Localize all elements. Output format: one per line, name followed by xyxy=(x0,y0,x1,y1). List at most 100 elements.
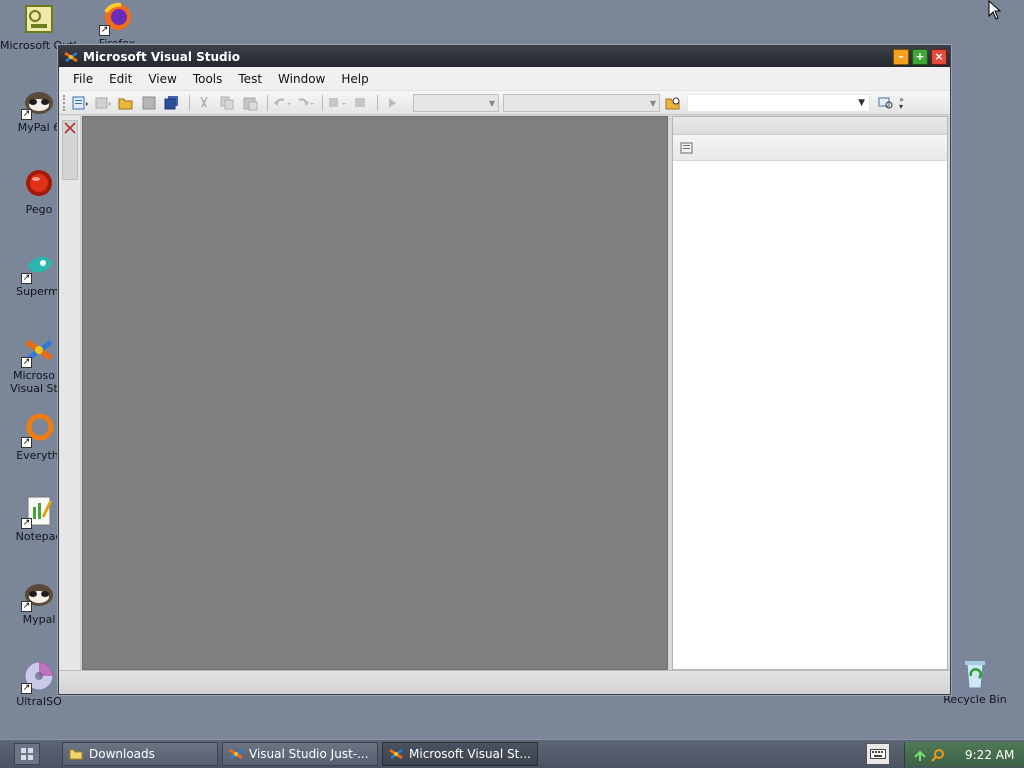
solution-explorer-icon xyxy=(878,97,893,108)
toolbar-separator xyxy=(267,94,268,111)
maximize-button[interactable]: + xyxy=(912,48,928,65)
close-button[interactable]: × xyxy=(931,48,947,65)
search-tray-icon[interactable] xyxy=(931,748,945,762)
find-in-files-icon xyxy=(665,97,680,109)
mouse-cursor-icon xyxy=(988,0,1002,20)
open-folder-icon xyxy=(118,98,133,109)
start-debug-icon xyxy=(389,97,396,108)
system-tray: 9:22 AM xyxy=(904,742,1024,767)
visual-studio-icon: ↗ xyxy=(21,334,55,368)
start-button[interactable] xyxy=(14,743,40,765)
visual-studio-icon xyxy=(389,748,403,760)
menu-window[interactable]: Window xyxy=(270,72,333,86)
copy-button[interactable] xyxy=(217,94,237,112)
solution-platform-combo[interactable]: ▼ xyxy=(503,93,660,112)
shortcut-arrow-icon: ↗ xyxy=(21,109,32,120)
open-file-button[interactable] xyxy=(116,94,136,112)
standard-toolbar: ▼ ▼ ▼ » ▾ xyxy=(59,91,950,115)
menu-test[interactable]: Test xyxy=(230,72,270,86)
menu-edit[interactable]: Edit xyxy=(101,72,140,86)
navigate-forward-icon xyxy=(355,97,365,107)
toolbox-autohide-strip xyxy=(59,116,81,670)
save-icon xyxy=(142,96,156,109)
toolbar-overflow-icon[interactable]: » ▾ xyxy=(899,95,904,110)
toolbar-grip[interactable] xyxy=(63,94,66,111)
add-item-button[interactable] xyxy=(93,94,113,112)
taskbar-item-vs-jit[interactable]: Visual Studio Just-... xyxy=(222,742,378,766)
visual-studio-window[interactable]: Microsoft Visual Studio – + × File Edit … xyxy=(58,45,951,695)
shortcut-arrow-icon: ↗ xyxy=(21,437,32,448)
navigate-back-button[interactable] xyxy=(327,94,347,112)
taskbar: Downloads Visual Studio Just-... Microso… xyxy=(0,739,1024,768)
toolbar-separator xyxy=(377,94,378,111)
panel-toolbar xyxy=(673,135,947,161)
save-all-icon xyxy=(164,95,178,109)
new-project-icon xyxy=(72,96,88,109)
navigate-back-icon xyxy=(329,97,346,107)
solution-explorer-button[interactable] xyxy=(876,94,896,112)
add-item-icon xyxy=(95,97,111,108)
shortcut-arrow-icon: ↗ xyxy=(21,518,32,529)
minimize-button[interactable]: – xyxy=(893,48,909,65)
desktop-icon-label: Firefox xyxy=(78,37,156,43)
navigate-forward-button[interactable] xyxy=(350,94,370,112)
taskbar-item-visual-studio[interactable]: Microsoft Visual St... xyxy=(382,742,538,766)
toolbar-separator xyxy=(322,94,323,111)
start-debugging-button[interactable] xyxy=(382,94,402,112)
paste-button[interactable] xyxy=(240,94,260,112)
ultraiso-icon: ↗ xyxy=(21,660,55,694)
notepad-icon: ↗ xyxy=(21,495,55,529)
redo-button[interactable] xyxy=(295,94,315,112)
solution-explorer-panel[interactable] xyxy=(672,116,948,670)
toolbar-separator xyxy=(189,94,190,111)
pego-icon xyxy=(23,168,55,200)
keyboard-icon xyxy=(870,749,886,759)
new-project-button[interactable] xyxy=(70,94,90,112)
find-combo[interactable]: ▼ xyxy=(687,93,870,112)
properties-icon[interactable] xyxy=(679,140,695,156)
chevron-down-icon: ▼ xyxy=(488,98,495,108)
visual-studio-icon xyxy=(64,51,78,62)
folder-icon xyxy=(69,749,83,760)
menu-help[interactable]: Help xyxy=(333,72,376,86)
taskbar-item-label: Downloads xyxy=(89,747,155,761)
shortcut-arrow-icon: ↗ xyxy=(21,683,32,694)
recycle-bin-icon xyxy=(959,658,991,690)
shortcut-arrow-icon: ↗ xyxy=(21,357,32,368)
undo-icon xyxy=(274,98,291,106)
desktop-icon-firefox[interactable]: ↗ Firefox xyxy=(78,2,156,43)
redo-icon xyxy=(298,98,314,106)
window-title: Microsoft Visual Studio xyxy=(83,49,240,64)
document-area[interactable] xyxy=(82,116,668,670)
cut-button[interactable] xyxy=(194,94,214,112)
undo-button[interactable] xyxy=(272,94,292,112)
chevron-down-icon: ▼ xyxy=(858,97,865,108)
network-tray-icon[interactable] xyxy=(913,748,927,762)
menu-file[interactable]: File xyxy=(65,72,101,86)
cut-icon xyxy=(200,96,208,107)
mypal-icon: ↗ xyxy=(21,86,55,120)
outlook-icon xyxy=(23,4,55,36)
clock[interactable]: 9:22 AM xyxy=(965,748,1014,762)
shortcut-arrow-icon: ↗ xyxy=(99,25,110,36)
menu-tools[interactable]: Tools xyxy=(185,72,231,86)
solution-configuration-combo[interactable]: ▼ xyxy=(413,93,499,112)
shortcut-arrow-icon: ↗ xyxy=(21,273,32,284)
menu-view[interactable]: View xyxy=(140,72,184,86)
paste-icon xyxy=(243,97,258,110)
toolbox-icon xyxy=(64,122,76,134)
taskbar-item-label: Microsoft Visual St... xyxy=(409,747,531,761)
find-in-files-button[interactable] xyxy=(664,94,684,112)
shortcut-arrow-icon: ↗ xyxy=(21,601,32,612)
mypal-icon: ↗ xyxy=(21,578,55,612)
input-language-button[interactable] xyxy=(866,743,890,765)
toolbox-tab[interactable] xyxy=(62,120,78,180)
panel-header[interactable] xyxy=(673,117,947,135)
supermium-icon: ↗ xyxy=(21,250,55,284)
title-bar[interactable]: Microsoft Visual Studio – + × xyxy=(59,46,950,67)
desktop-icon-label: Microso Visual St xyxy=(10,369,58,395)
save-all-button[interactable] xyxy=(162,94,182,112)
firefox-icon: ↗ xyxy=(99,2,133,36)
save-button[interactable] xyxy=(139,94,159,112)
taskbar-item-downloads[interactable]: Downloads xyxy=(62,742,218,766)
